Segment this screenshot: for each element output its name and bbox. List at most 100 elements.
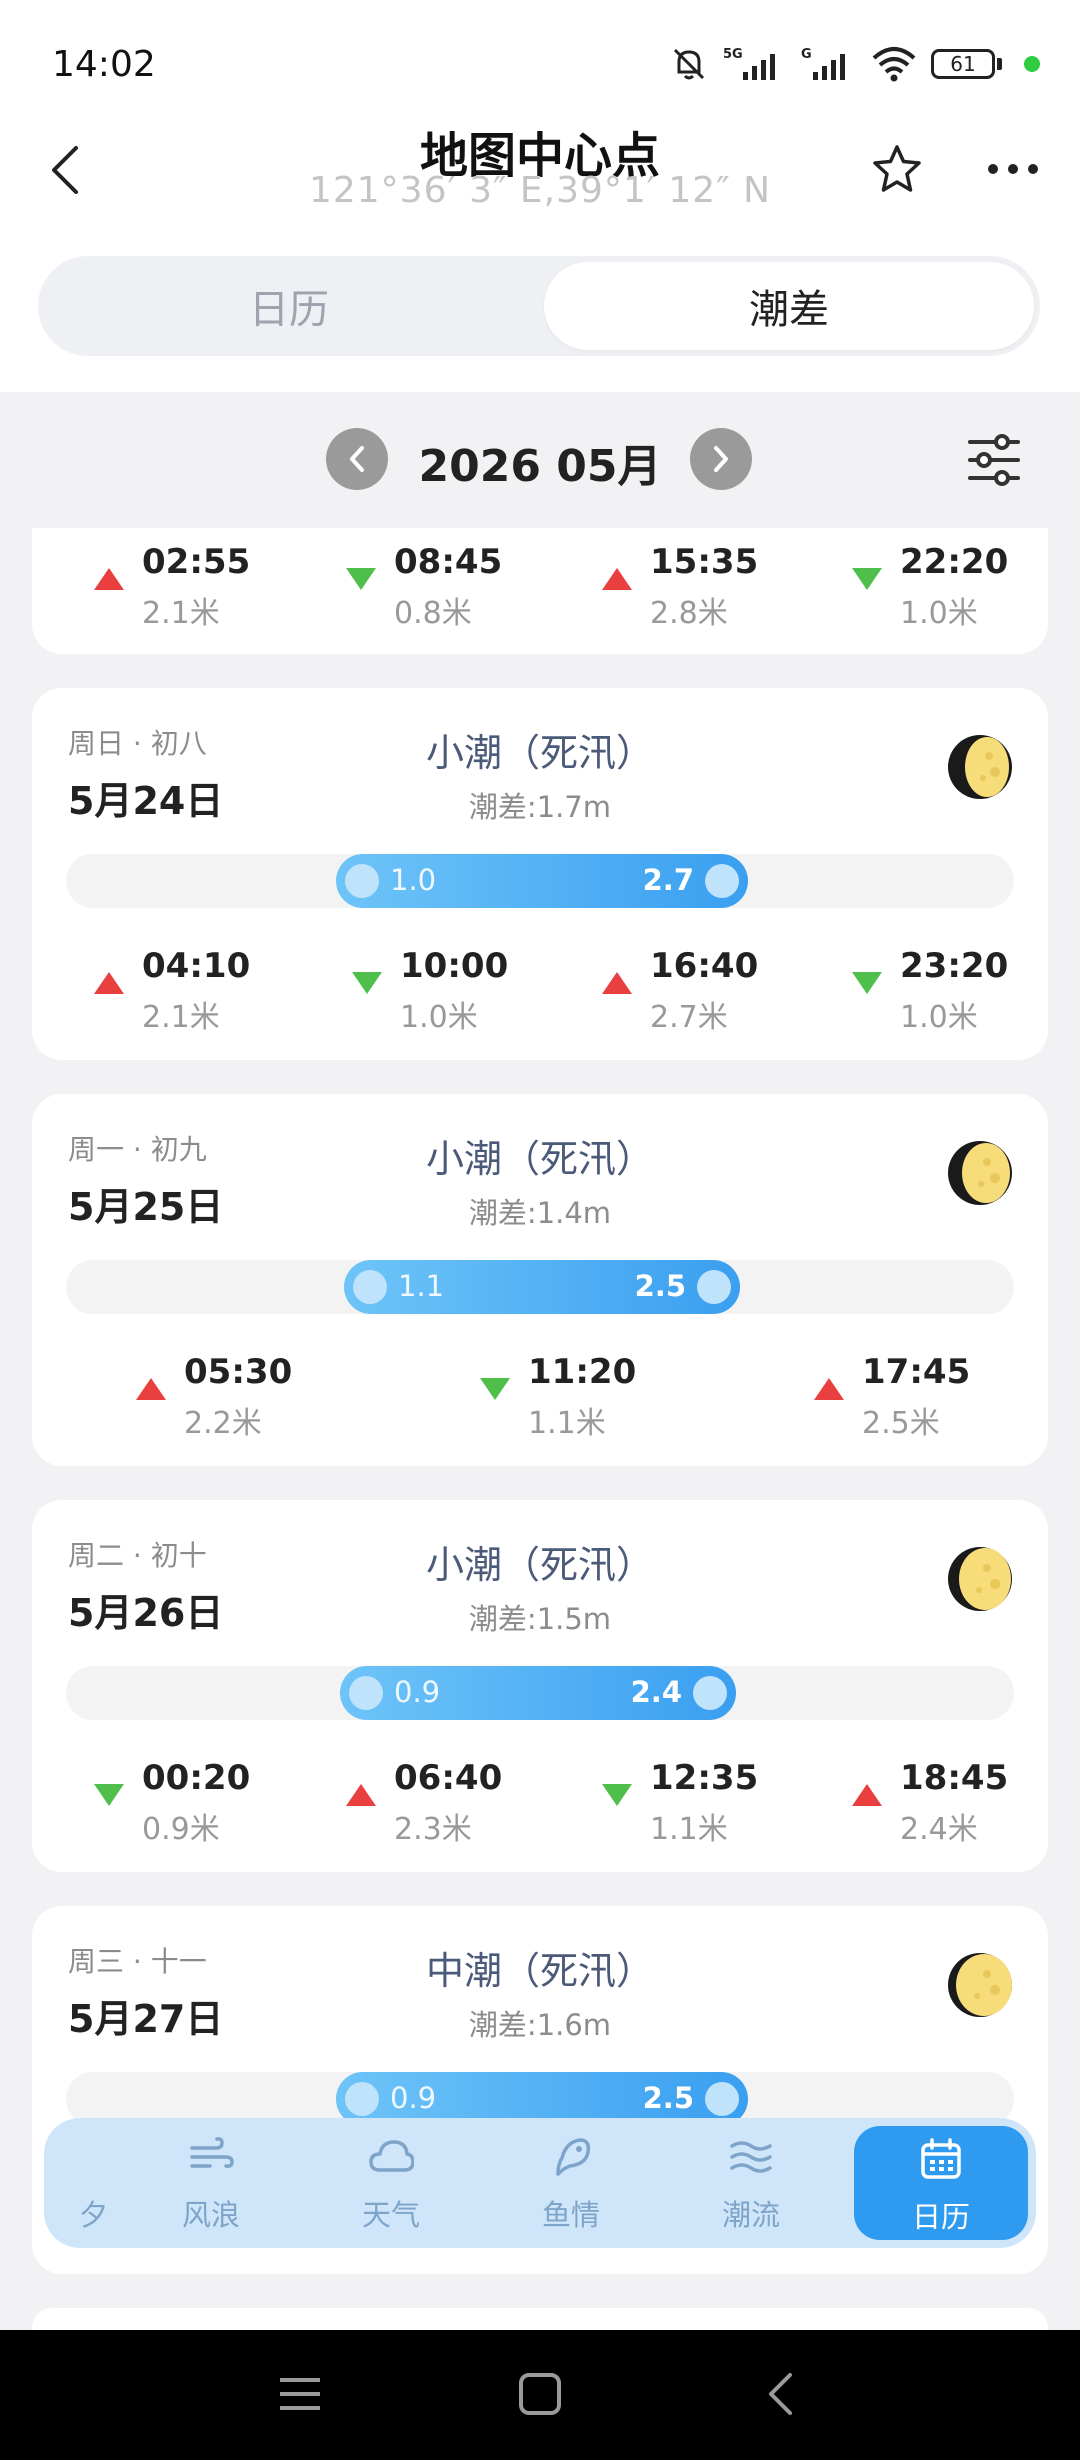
tide-height: 0.8米 <box>394 596 472 631</box>
tide-height: 2.7米 <box>650 1000 728 1035</box>
tide-time: 06:40 <box>394 1758 503 1798</box>
low-tide-arrow-icon <box>480 1378 510 1400</box>
tide-diff: 潮差:1.6m <box>468 2008 612 2042</box>
tide-day-card-partial[interactable]: 02:55 2.1米 08:45 0.8米 15:35 2.8米 22:20 1… <box>32 528 1048 654</box>
signal-g-icon: G <box>801 47 845 80</box>
low-tide-arrow-icon <box>352 972 382 994</box>
month-selector: 2026 05月 <box>0 392 1080 528</box>
high-tide-arrow-icon <box>602 568 632 590</box>
range-high-label: 2.7 <box>642 863 694 897</box>
battery-tip <box>997 58 1002 70</box>
low-tide-arrow-icon <box>94 1784 124 1806</box>
tide-time: 17:45 <box>862 1352 971 1392</box>
cloud-icon <box>369 2140 414 2172</box>
nav-item-current[interactable]: 潮流 <box>664 2118 838 2248</box>
bottom-nav: 夕 风浪 天气 鱼情 潮流 日历 <box>44 2118 1036 2248</box>
tide-day-card[interactable]: 周日 · 初八 5月24日 小潮（死汛） 潮差:1.7m 1.0 2.7 04:… <box>32 688 1048 1060</box>
tide-entry: 08:45 0.8米 <box>346 542 586 632</box>
high-tide-arrow-icon <box>346 1784 376 1806</box>
nav-label: 日历 <box>911 2200 970 2234</box>
tide-range-bar: 1.0 2.7 <box>336 854 748 908</box>
bell-mute-icon <box>673 48 705 80</box>
nav-item-calendar[interactable]: 日历 <box>854 2126 1028 2240</box>
more-button[interactable] <box>978 134 1048 204</box>
tide-height: 0.9米 <box>142 1812 220 1847</box>
tide-time: 02:55 <box>142 542 251 582</box>
tide-height: 2.1米 <box>142 596 220 631</box>
fish-icon <box>556 2138 591 2176</box>
range-low-label: 1.0 <box>390 863 437 897</box>
battery-indicator: 61 <box>931 49 1002 79</box>
tide-day-card[interactable]: 周二 · 初十 5月26日 小潮（死汛） 潮差:1.5m 0.9 2.4 00:… <box>32 1500 1048 1872</box>
tabs-container: 日历 潮差 <box>0 250 1080 392</box>
moon-phase-icon <box>948 735 1012 799</box>
privacy-dot-icon <box>1024 56 1040 72</box>
tide-height: 2.1米 <box>142 1000 220 1035</box>
tide-height: 1.0米 <box>400 1000 478 1035</box>
signal-5g-icon: 5G <box>723 47 775 80</box>
wifi-icon <box>872 47 916 82</box>
high-tide-arrow-icon <box>814 1378 844 1400</box>
tide-entry: 02:55 2.1米 <box>94 542 334 632</box>
chevron-left-icon <box>350 446 364 472</box>
tide-time: 05:30 <box>184 1352 293 1392</box>
wave-icon <box>730 2141 772 2173</box>
nav-label: 潮流 <box>721 2198 780 2232</box>
range-high-dot <box>697 1270 731 1304</box>
tide-entry: 18:45 2.4米 <box>852 1758 1080 1848</box>
nav-item-sunset[interactable]: 夕 <box>44 2118 122 2248</box>
range-low-dot <box>349 1676 383 1710</box>
tide-type: 小潮（死汛） <box>425 1137 654 1181</box>
tide-diff: 潮差:1.4m <box>468 1196 612 1230</box>
tide-height: 1.0米 <box>900 1000 978 1035</box>
chevron-left-icon <box>769 2373 792 2415</box>
menu-button[interactable] <box>270 2364 330 2424</box>
tab-calendar[interactable]: 日历 <box>44 262 534 350</box>
range-high-dot <box>705 2082 739 2116</box>
system-back-button[interactable] <box>750 2364 810 2424</box>
tide-range-track: 0.9 2.4 <box>66 1666 1014 1720</box>
prev-month-button[interactable] <box>326 428 388 490</box>
tide-entry: 16:40 2.7米 <box>602 946 842 1036</box>
moon-phase-icon <box>948 1141 1012 1205</box>
tide-range-bar: 0.9 2.4 <box>340 1666 736 1720</box>
tide-time: 10:00 <box>400 946 509 986</box>
filter-button[interactable] <box>962 430 1026 490</box>
favorite-button[interactable] <box>862 134 932 204</box>
tide-range-bar: 1.1 2.5 <box>344 1260 740 1314</box>
range-low-dot <box>345 2082 379 2116</box>
battery-level: 61 <box>931 49 995 79</box>
tide-day-card[interactable]: 周一 · 初九 5月25日 小潮（死汛） 潮差:1.4m 1.1 2.5 05:… <box>32 1094 1048 1466</box>
nav-item-weather[interactable]: 天气 <box>304 2118 478 2248</box>
segmented-tabs: 日历 潮差 <box>38 256 1040 356</box>
tide-entry: 23:20 1.0米 <box>852 946 1080 1036</box>
signal-g-label: G <box>801 47 812 62</box>
high-tide-arrow-icon <box>94 972 124 994</box>
tide-height: 2.8米 <box>650 596 728 631</box>
header: 地图中心点 121°36′ 3″ E,39°1′ 12″ N <box>0 110 1080 250</box>
tide-entry: 17:45 2.5米 <box>814 1352 1054 1442</box>
star-icon <box>873 145 921 192</box>
status-time: 14:02 <box>52 44 156 85</box>
more-dots-icon <box>988 164 1038 174</box>
range-high-label: 2.5 <box>634 1269 686 1303</box>
home-button[interactable] <box>510 2364 570 2424</box>
next-month-button[interactable] <box>690 428 752 490</box>
sliders-icon <box>968 434 1020 486</box>
signal-5g-label: 5G <box>723 47 743 62</box>
tide-range-track: 1.0 2.7 <box>66 854 1014 908</box>
range-high-label: 2.5 <box>642 2081 694 2115</box>
tide-height: 1.1米 <box>528 1406 606 1441</box>
high-tide-arrow-icon <box>602 972 632 994</box>
tide-height: 2.2米 <box>184 1406 262 1441</box>
tide-entry: 00:20 0.9米 <box>94 1758 334 1848</box>
tide-diff: 潮差:1.7m <box>468 790 612 824</box>
tab-tide-range[interactable]: 潮差 <box>544 262 1034 350</box>
nav-item-wind-wave[interactable]: 风浪 <box>124 2118 298 2248</box>
tide-time: 12:35 <box>650 1758 759 1798</box>
nav-item-fish[interactable]: 鱼情 <box>484 2118 658 2248</box>
range-high-label: 2.4 <box>630 1675 682 1709</box>
tide-range-track: 1.1 2.5 <box>66 1260 1014 1314</box>
high-tide-arrow-icon <box>852 1784 882 1806</box>
tide-type: 小潮（死汛） <box>425 731 654 775</box>
